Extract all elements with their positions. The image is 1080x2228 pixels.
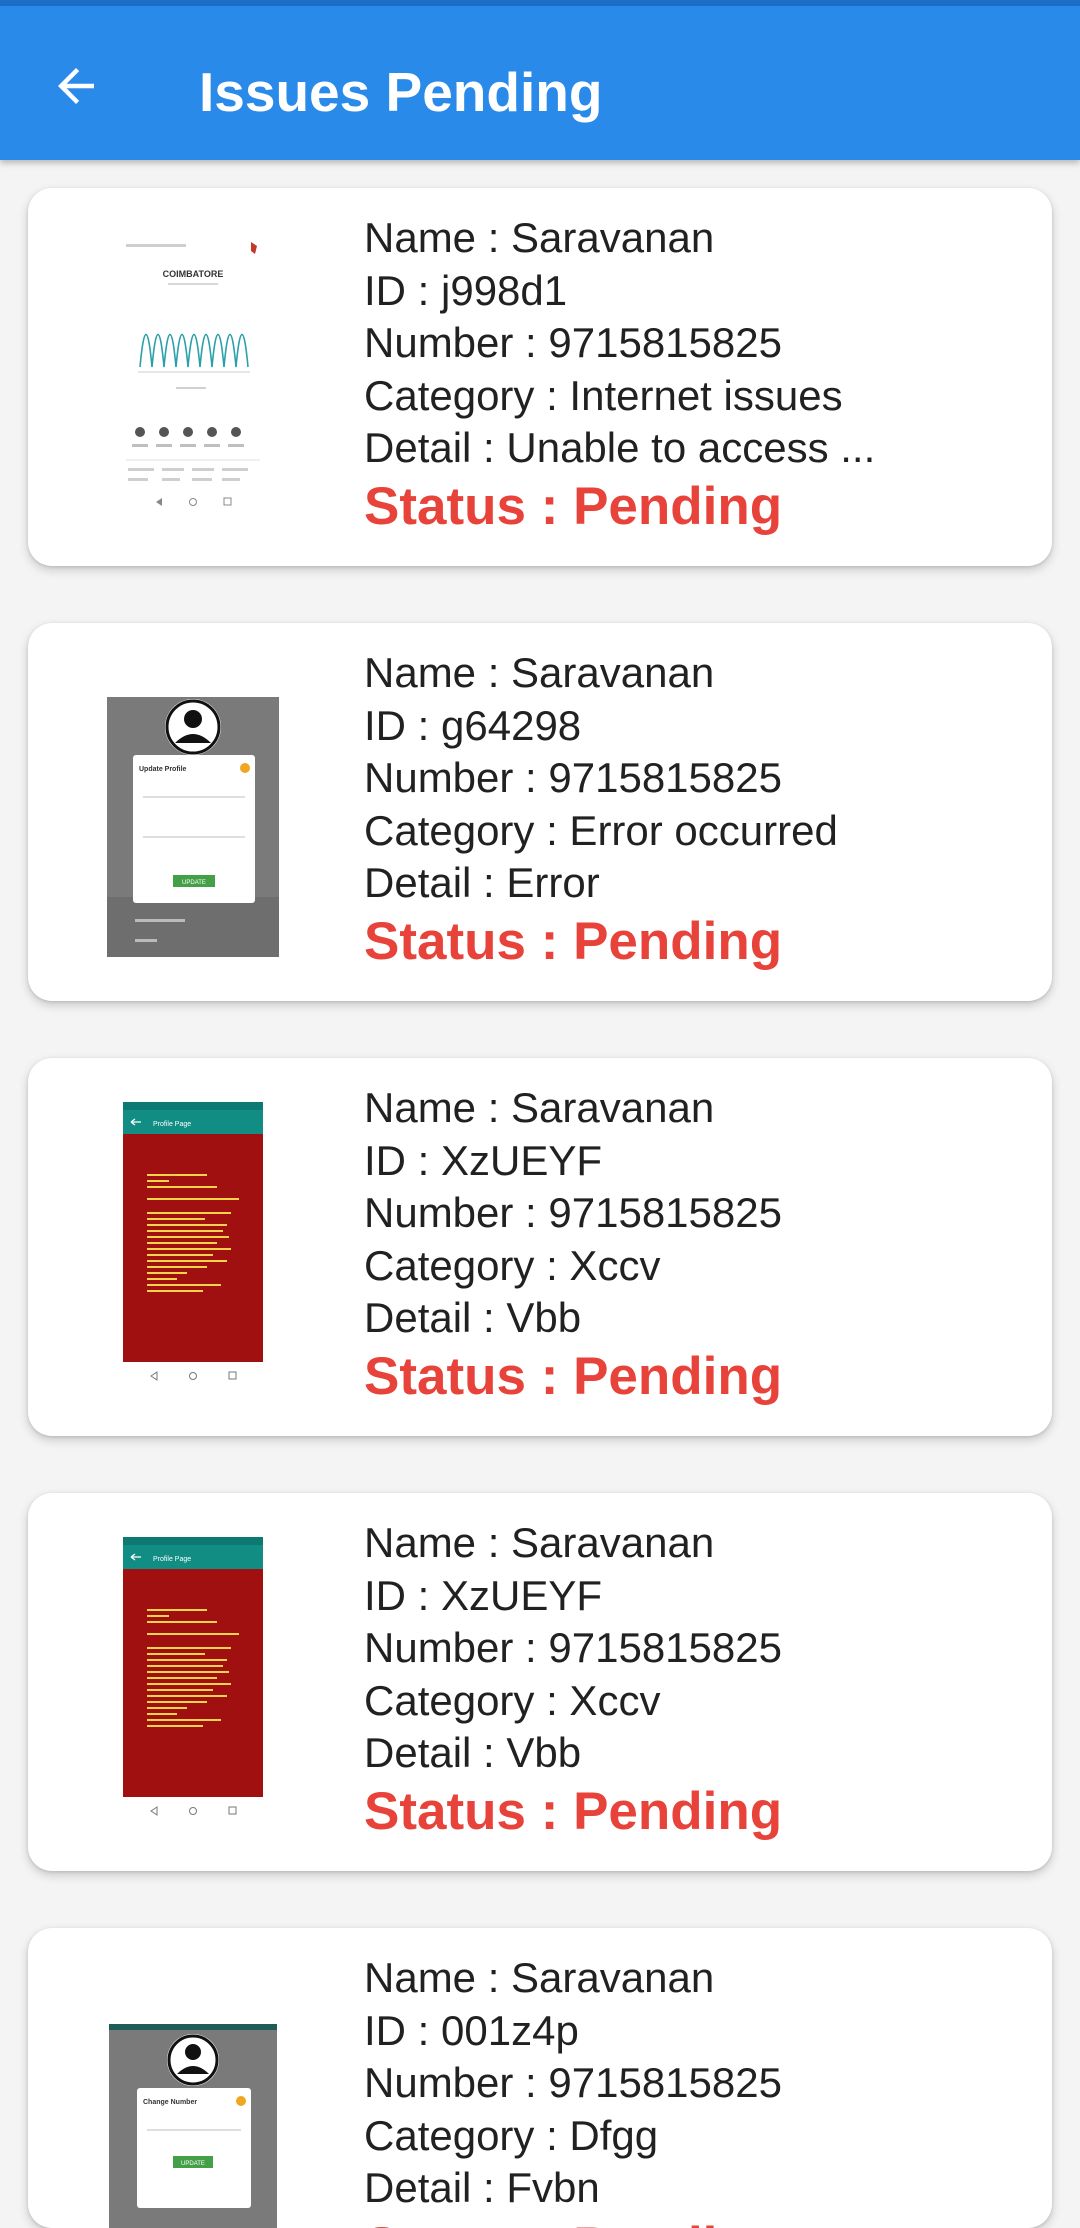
issue-category: Category : Xccv (364, 1675, 1024, 1728)
issue-card[interactable]: Profile Page Name : Saravanan ID : XzUEY (28, 1493, 1052, 1871)
issue-category: Category : Dfgg (364, 2110, 1024, 2163)
svg-text:Profile Page: Profile Page (153, 1556, 191, 1563)
issue-id: ID : g64298 (364, 700, 1024, 753)
issue-card[interactable]: COIMBATORE (28, 188, 1052, 566)
issue-detail: Detail : Unable to access ... (364, 422, 1024, 475)
issue-name: Name : Saravanan (364, 1082, 1024, 1135)
issue-name: Name : Saravanan (364, 1952, 1024, 2005)
issue-detail: Detail : Fvbn (364, 2162, 1024, 2215)
issue-name: Name : Saravanan (364, 212, 1024, 265)
issue-thumbnail: Change Number UPDATE (28, 1972, 358, 2228)
change-number-dialog-screenshot: Change Number UPDATE (109, 1972, 277, 2228)
back-button[interactable] (36, 46, 116, 126)
issue-number: Number : 9715815825 (364, 1187, 1024, 1240)
issue-card[interactable]: Change Number UPDATE Name : Saravanan ID… (28, 1928, 1052, 2228)
issue-status: Status : Pending (364, 910, 1024, 974)
issue-card[interactable]: Update Profile UPDATE Name : Saravanan I… (28, 623, 1052, 1001)
issue-thumbnail: Profile Page (28, 1537, 358, 1827)
issue-details: Name : Saravanan ID : XzUEYF Number : 97… (364, 1082, 1024, 1409)
issue-detail: Detail : Vbb (364, 1727, 1024, 1780)
issue-thumbnail: Profile Page (28, 1102, 358, 1392)
issue-category: Category : Xccv (364, 1240, 1024, 1293)
issue-details: Name : Saravanan ID : g64298 Number : 97… (364, 647, 1024, 974)
arrow-left-icon (49, 59, 103, 113)
issue-status: Status : Pending (364, 2215, 1024, 2228)
issue-card[interactable]: Profile Page Name : Saravanan ID : XzUEY (28, 1058, 1052, 1436)
issue-category: Category : Internet issues (364, 370, 1024, 423)
issue-id: ID : 001z4p (364, 2005, 1024, 2058)
app-bar: Issues Pending (0, 6, 1080, 160)
issue-status: Status : Pending (364, 475, 1024, 539)
issue-category: Category : Error occurred (364, 805, 1024, 858)
svg-text:UPDATE: UPDATE (181, 2161, 205, 2167)
issue-id: ID : j998d1 (364, 265, 1024, 318)
svg-text:Change Number: Change Number (143, 2099, 197, 2106)
page-title: Issues Pending (199, 52, 602, 132)
svg-text:Update Profile: Update Profile (139, 766, 187, 773)
weather-app-screenshot: COIMBATORE (118, 232, 268, 518)
svg-text:UPDATE: UPDATE (182, 880, 206, 886)
error-screen-screenshot: Profile Page (123, 1537, 263, 1823)
issue-number: Number : 9715815825 (364, 2057, 1024, 2110)
svg-text:COIMBATORE: COIMBATORE (163, 269, 224, 279)
issue-detail: Detail : Vbb (364, 1292, 1024, 1345)
error-screen-screenshot: Profile Page (123, 1102, 263, 1388)
issue-name: Name : Saravanan (364, 1517, 1024, 1570)
svg-text:Profile Page: Profile Page (153, 1121, 191, 1128)
issue-detail: Detail : Error (364, 857, 1024, 910)
issue-number: Number : 9715815825 (364, 317, 1024, 370)
issue-number: Number : 9715815825 (364, 1622, 1024, 1675)
issue-id: ID : XzUEYF (364, 1135, 1024, 1188)
issue-details: Name : Saravanan ID : XzUEYF Number : 97… (364, 1517, 1024, 1844)
issue-name: Name : Saravanan (364, 647, 1024, 700)
issue-id: ID : XzUEYF (364, 1570, 1024, 1623)
update-profile-dialog-screenshot: Update Profile UPDATE (107, 667, 279, 957)
issue-thumbnail: COIMBATORE (28, 232, 358, 522)
issue-number: Number : 9715815825 (364, 752, 1024, 805)
issue-status: Status : Pending (364, 1345, 1024, 1409)
issue-details: Name : Saravanan ID : j998d1 Number : 97… (364, 212, 1024, 539)
issue-thumbnail: Update Profile UPDATE (28, 667, 358, 957)
issue-status: Status : Pending (364, 1780, 1024, 1844)
